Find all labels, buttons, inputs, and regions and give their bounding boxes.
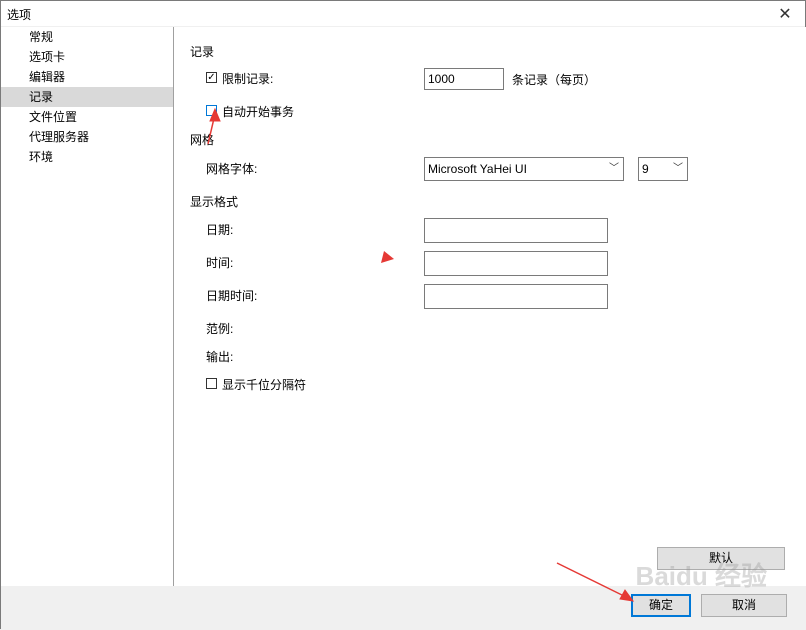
sidebar-item-records[interactable]: 记录	[1, 87, 173, 107]
limit-records-suffix: 条记录（每页）	[512, 73, 597, 87]
thousands-separator-checkbox[interactable]	[206, 378, 217, 389]
sidebar-item-file-locations[interactable]: 文件位置	[1, 107, 173, 127]
example-label: 范例:	[206, 322, 234, 336]
time-format-input[interactable]	[424, 251, 608, 276]
output-label: 输出:	[206, 350, 234, 364]
limit-records-label: 限制记录:	[222, 72, 274, 86]
chevron-down-icon: ﹀	[609, 163, 619, 174]
checkmark-icon: ✓	[207, 72, 216, 83]
sidebar-item-proxy[interactable]: 代理服务器	[1, 127, 173, 147]
baidu-watermark: Baidu 经验	[635, 561, 767, 591]
settings-panel: 记录 ✓ 限制记录: 1000 条记录（每页） 自动开始事务 网格 网格字体: …	[174, 27, 806, 586]
auto-transaction-label: 自动开始事务	[222, 105, 295, 119]
auto-transaction-checkbox[interactable]	[206, 105, 217, 116]
grid-font-select[interactable]: Microsoft YaHei UI ﹀	[424, 157, 624, 181]
thousands-separator-label: 显示千位分隔符	[222, 378, 307, 392]
ok-button[interactable]: 确定	[631, 594, 691, 617]
format-heading: 显示格式	[190, 195, 239, 209]
limit-records-input[interactable]: 1000	[424, 68, 504, 90]
date-format-input[interactable]	[424, 218, 608, 243]
cancel-button[interactable]: 取消	[701, 594, 787, 617]
window-title: 选项	[7, 8, 32, 22]
chevron-down-icon: ﹀	[673, 163, 683, 174]
grid-font-label: 网格字体:	[206, 162, 258, 176]
grid-font-size-select[interactable]: 9 ﹀	[638, 157, 688, 181]
time-format-label: 时间:	[206, 256, 234, 270]
datetime-format-label: 日期时间:	[206, 289, 258, 303]
sidebar-item-environment[interactable]: 环境	[1, 147, 173, 167]
datetime-format-input[interactable]	[424, 284, 608, 309]
title-bar: 选项 ✕	[1, 1, 805, 26]
grid-font-value: Microsoft YaHei UI	[428, 162, 527, 176]
date-format-label: 日期:	[206, 223, 234, 237]
limit-records-checkbox[interactable]: ✓	[206, 72, 217, 83]
sidebar-nav: 常规 选项卡 编辑器 记录 文件位置 代理服务器 环境	[1, 27, 174, 586]
options-dialog: 选项 ✕ 常规 选项卡 编辑器 记录 文件位置 代理服务器 环境 记录 ✓ 限制…	[0, 0, 806, 630]
grid-font-size-value: 9	[642, 162, 649, 176]
sidebar-item-tabs[interactable]: 选项卡	[1, 47, 173, 67]
sidebar-item-general[interactable]: 常规	[1, 27, 173, 47]
close-icon[interactable]: ✕	[765, 1, 805, 26]
grid-heading: 网格	[190, 133, 215, 147]
records-heading: 记录	[190, 45, 215, 59]
sidebar-item-editor[interactable]: 编辑器	[1, 67, 173, 87]
